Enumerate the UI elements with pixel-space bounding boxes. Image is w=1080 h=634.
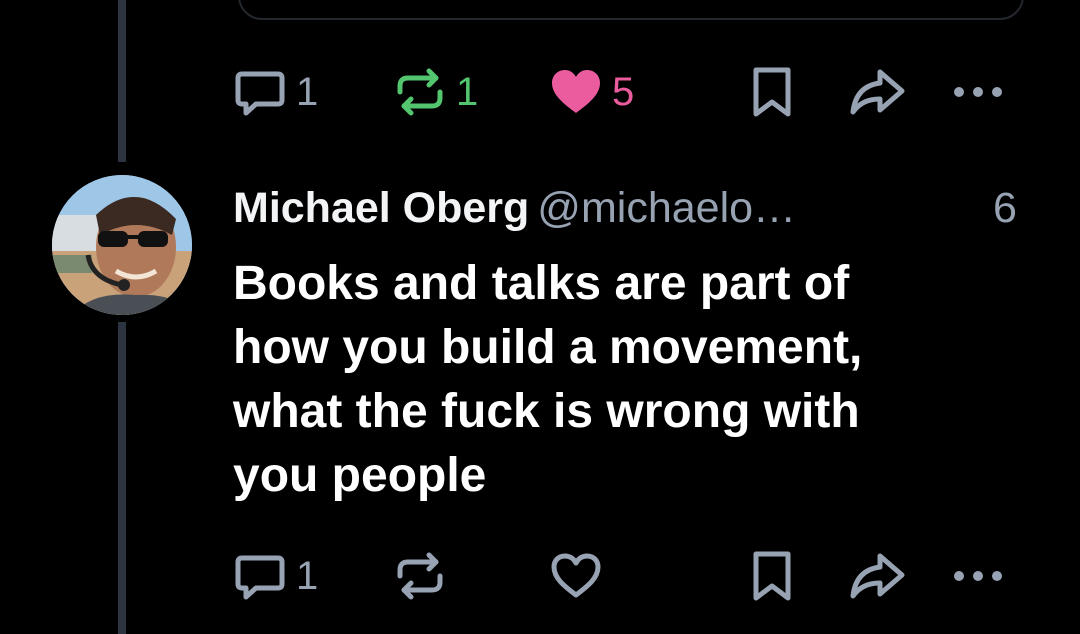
post-text-line: Books and talks are part of <box>233 257 850 310</box>
avatar-image <box>52 175 192 315</box>
reply-post-actions: 1 <box>0 546 1080 606</box>
repost-icon <box>397 552 443 600</box>
share-button[interactable] <box>848 62 906 122</box>
more-options-button[interactable] <box>950 546 1006 606</box>
reply-button[interactable]: 1 <box>232 546 318 606</box>
post-text-line: how you build a movement, <box>233 321 863 374</box>
repost-count: 1 <box>456 70 479 114</box>
reply-icon <box>235 71 285 116</box>
more-icon <box>954 571 1002 581</box>
post-timestamp[interactable]: 6 <box>993 178 1017 238</box>
repost-button[interactable]: 1 <box>392 62 478 122</box>
share-icon <box>850 69 905 115</box>
avatar[interactable] <box>52 175 192 315</box>
more-icon <box>954 87 1002 97</box>
quoted-post-card[interactable] <box>238 0 1024 20</box>
like-button[interactable]: 5 <box>548 62 634 122</box>
bookmark-icon <box>753 551 791 601</box>
post-text-line: what the fuck is wrong with <box>233 385 860 438</box>
heart-outline-icon <box>551 553 601 598</box>
heart-filled-icon <box>552 70 600 113</box>
reply-count: 1 <box>296 554 319 598</box>
repost-icon <box>397 68 443 116</box>
post-text-line: you people <box>233 449 487 502</box>
post-header: Michael Oberg @michaelo… <box>233 178 1033 238</box>
reply-count: 1 <box>296 70 319 114</box>
share-button[interactable] <box>848 546 906 606</box>
like-button[interactable] <box>548 546 604 606</box>
parent-post-actions: 1 1 5 <box>0 62 1080 122</box>
more-options-button[interactable] <box>950 62 1006 122</box>
share-icon <box>850 553 905 599</box>
bookmark-button[interactable] <box>748 546 796 606</box>
repost-button[interactable] <box>392 546 448 606</box>
post-text: Books and talks are part of how you buil… <box>233 252 993 508</box>
author-display-name[interactable]: Michael Oberg <box>233 184 529 232</box>
reply-icon <box>235 555 285 600</box>
like-count: 5 <box>612 70 635 114</box>
reply-button[interactable]: 1 <box>232 62 318 122</box>
bookmark-button[interactable] <box>748 62 796 122</box>
author-handle[interactable]: @michaelo… <box>537 184 796 232</box>
bookmark-icon <box>753 67 791 117</box>
